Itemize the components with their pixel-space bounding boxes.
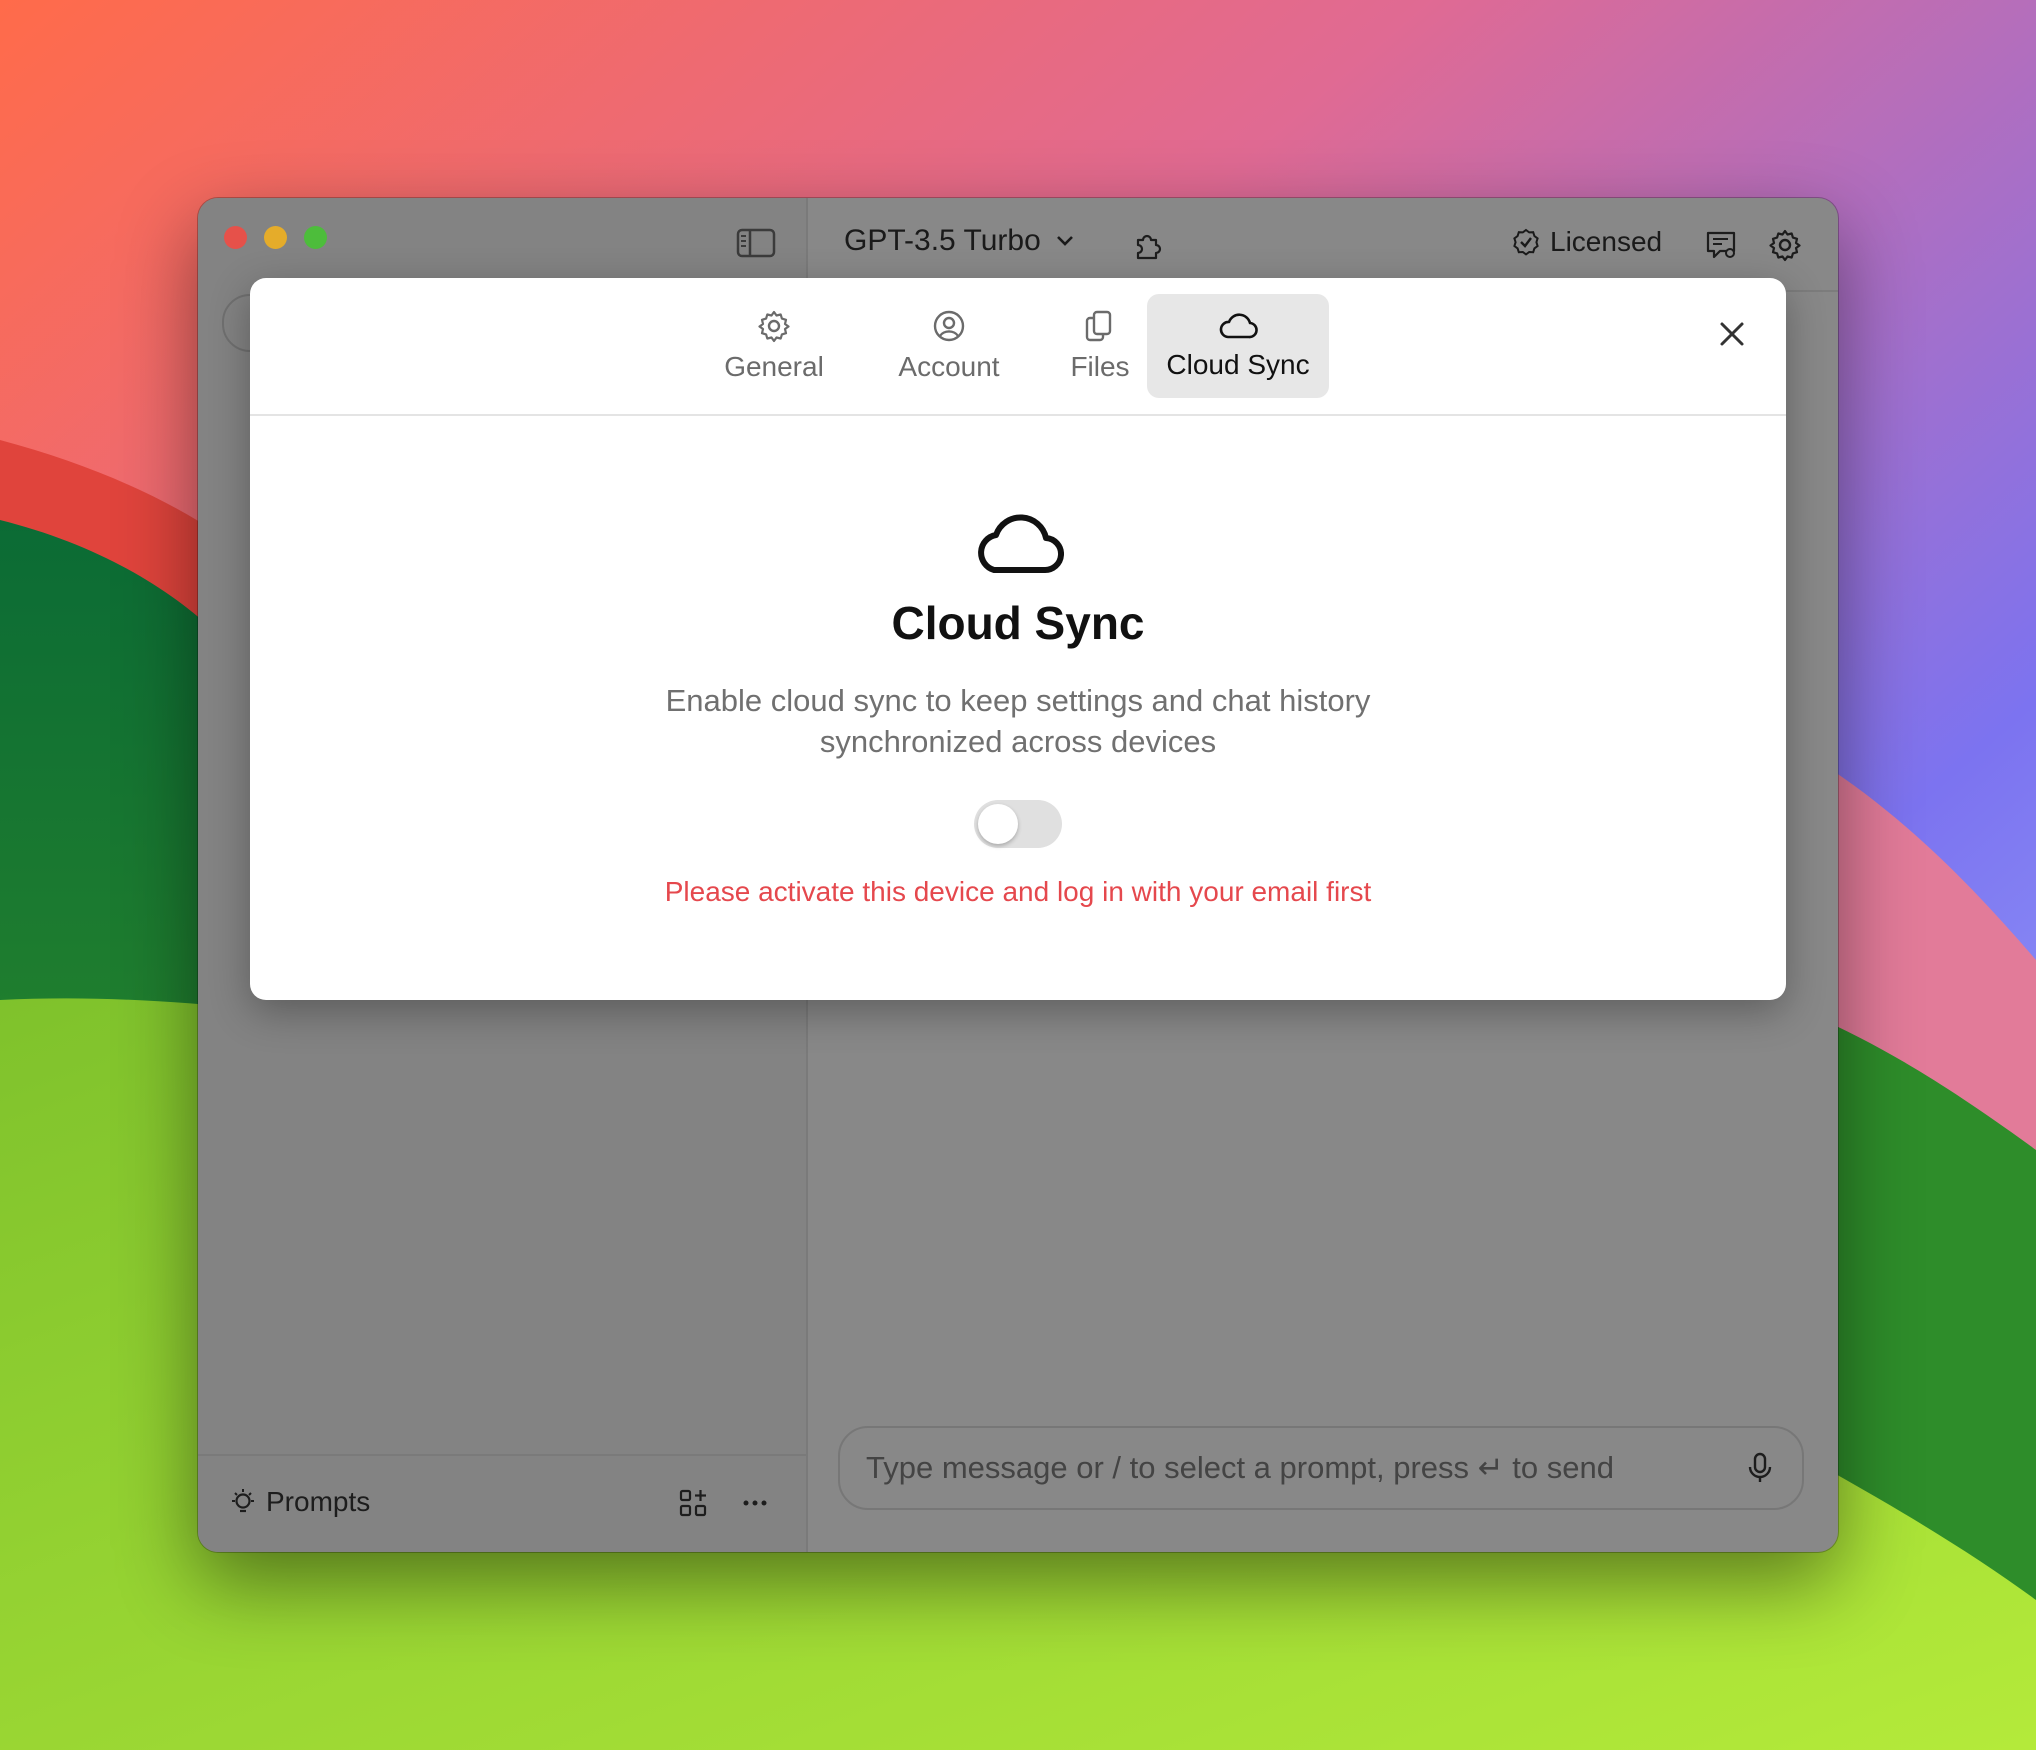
chat-settings-icon[interactable] [1704,228,1738,262]
gear-icon [758,310,790,343]
more-icon[interactable] [738,1486,772,1520]
license-status[interactable]: Licensed [1512,226,1662,258]
toggle-knob [978,804,1018,844]
sidebar-toggle-icon[interactable] [736,226,776,260]
cloud-icon [1219,313,1258,339]
plugin-icon[interactable] [1130,228,1164,262]
cloud-sync-description: Enable cloud sync to keep settings and c… [665,683,1371,759]
window-minimize-button[interactable] [264,226,287,249]
chevron-down-icon [1056,236,1073,246]
tab-account[interactable]: Account [870,294,1028,398]
sidebar-footer: Prompts [198,1454,806,1552]
verified-badge-icon [1513,228,1539,256]
grid-plus-icon[interactable] [676,1486,710,1520]
microphone-icon[interactable] [1742,1450,1778,1486]
activation-warning: Please activate this device and log in w… [664,876,1372,907]
prompts-label: Prompts [266,1486,371,1517]
close-icon[interactable] [1714,316,1750,352]
cloud-sync-title: Cloud Sync [891,597,1145,649]
message-input[interactable] [864,1449,1742,1487]
tab-account-label: Account [898,351,1000,382]
tab-general[interactable]: General [714,294,834,398]
tab-general-label: General [724,351,824,382]
settings-dialog: General Account Files Cloud Sync Cloud S… [250,278,1786,1000]
gear-icon[interactable] [1768,228,1802,262]
desktop-wallpaper: Prompts GPT-3.5 Turbo Licensed Type mess… [0,0,2036,1750]
message-composer [838,1426,1804,1510]
prompts-button[interactable]: Prompts [230,1486,370,1518]
user-circle-icon [933,310,965,342]
cloud-sync-toggle[interactable] [974,800,1062,848]
lightbulb-icon [232,1489,254,1513]
settings-tabs: General Account Files Cloud Sync [250,278,1786,416]
sidebar-header [198,198,806,290]
model-selector[interactable]: GPT-3.5 Turbo [844,224,1075,258]
tab-files[interactable]: Files [1050,294,1150,398]
window-close-button[interactable] [224,226,247,249]
window-maximize-button[interactable] [304,226,327,249]
model-label: GPT-3.5 Turbo [844,224,1041,257]
tab-files-label: Files [1070,351,1130,382]
tab-cloud-sync-label: Cloud Sync [1166,349,1310,380]
license-label: Licensed [1550,226,1663,257]
cloud-icon [978,514,1064,574]
tab-cloud-sync[interactable]: Cloud Sync [1147,294,1329,398]
files-icon [1085,310,1112,342]
